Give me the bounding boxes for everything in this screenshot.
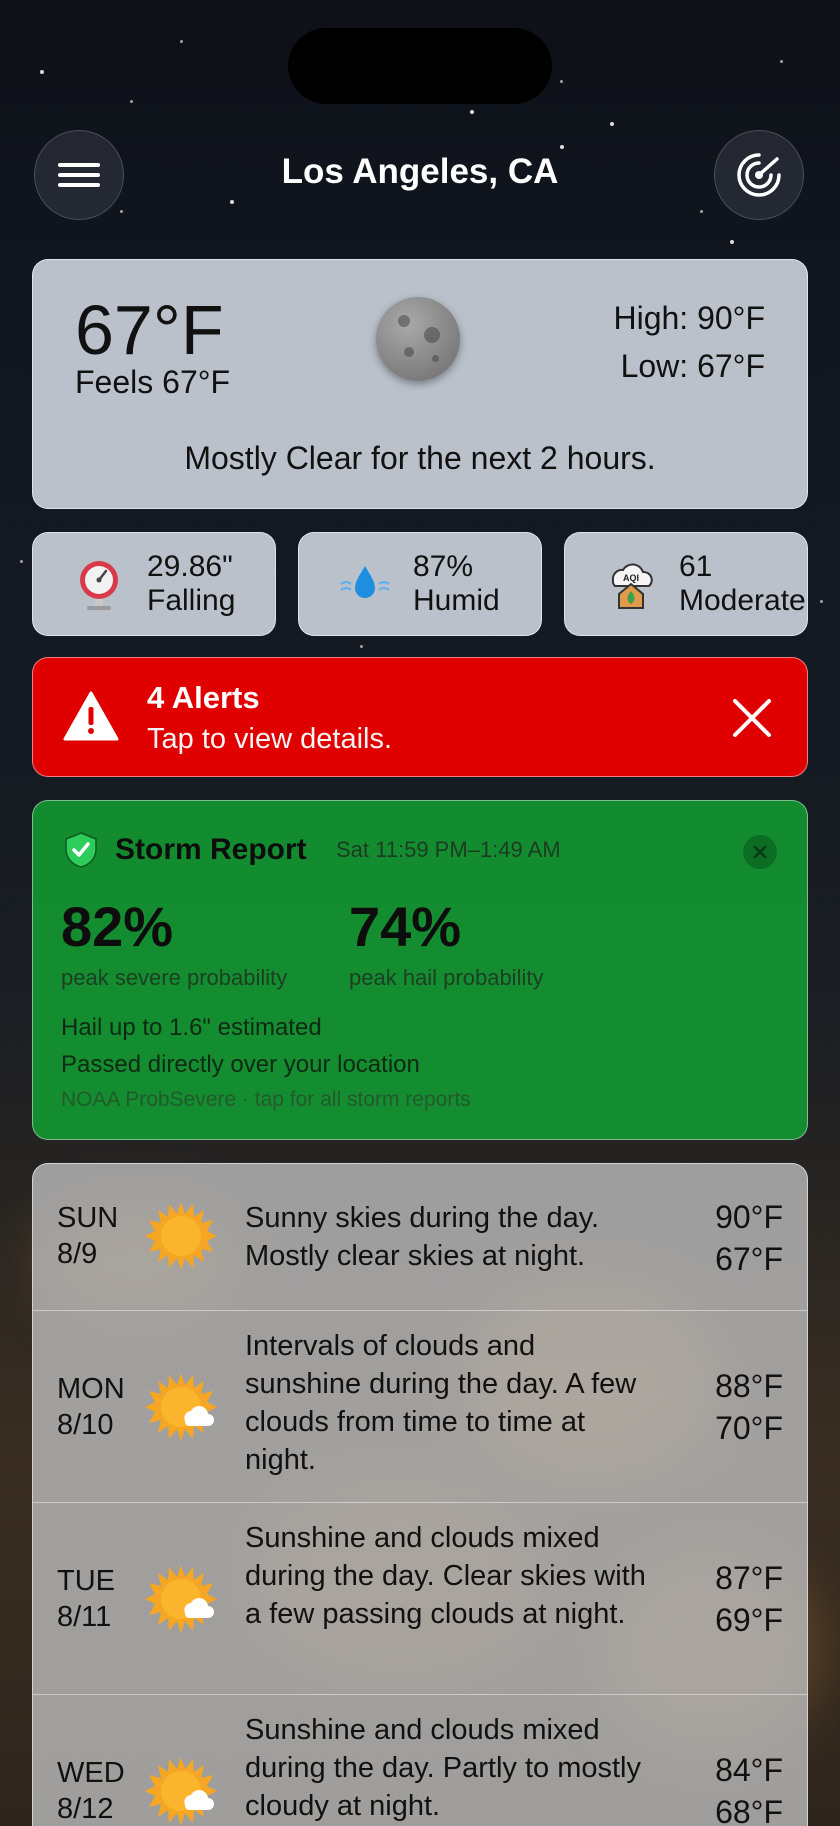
- forecast-high: 90°F: [715, 1199, 783, 1235]
- sun-cloud-icon: [145, 1373, 217, 1441]
- severe-probability-label: peak severe probability: [61, 965, 288, 990]
- forecast-date: 8/11: [57, 1601, 112, 1633]
- close-icon[interactable]: [727, 693, 777, 743]
- barometer-icon: [71, 556, 127, 612]
- dynamic-island: [288, 28, 552, 104]
- radar-button[interactable]: [714, 130, 804, 220]
- storm-path-note: Passed directly over your location: [61, 1051, 420, 1078]
- moon-icon: [376, 297, 460, 381]
- forecast-row[interactable]: SUN 8/9 Sunny skies during the day. Mostl…: [33, 1164, 807, 1311]
- radar-icon: [737, 153, 781, 197]
- hail-size-estimate: Hail up to 1.6" estimated: [61, 1014, 322, 1041]
- forecast-row[interactable]: MON 8/10 Intervals of clouds and sunshine…: [33, 1311, 807, 1503]
- pressure-trend: Falling: [147, 584, 236, 617]
- hail-probability-label: peak hail probability: [349, 965, 544, 990]
- high-temperature: High: 90°F: [613, 300, 765, 336]
- feels-like: Feels 67°F: [75, 364, 231, 400]
- humidity-value: 87%: [413, 550, 474, 583]
- forecast-high: 87°F: [715, 1560, 783, 1596]
- forecast-low: 69°F: [715, 1602, 783, 1638]
- aqi-icon: AQI: [603, 556, 659, 612]
- forecast-date: 8/9: [57, 1238, 98, 1270]
- current-conditions-card[interactable]: 67°F Feels 67°F High: 90°F Low: 67°F Mos…: [32, 259, 808, 509]
- hail-probability-value: 74%: [349, 895, 462, 958]
- forecast-day: MON: [57, 1373, 125, 1405]
- alerts-hint: Tap to view details.: [147, 723, 393, 755]
- forecast-high: 84°F: [715, 1752, 783, 1788]
- forecast-day: TUE: [57, 1565, 115, 1597]
- forecast-description: Sunshine and clouds mixed during the day…: [245, 1522, 646, 1630]
- nowcast-summary: Mostly Clear for the next 2 hours.: [184, 440, 656, 476]
- forecast-date: 8/10: [57, 1409, 114, 1441]
- forecast-day: WED: [57, 1757, 125, 1789]
- forecast-low: 67°F: [715, 1241, 783, 1277]
- forecast-high: 88°F: [715, 1368, 783, 1404]
- storm-report-card[interactable]: Storm Report Sat 11:59 PM–1:49 AM 82% 74…: [32, 800, 808, 1140]
- forecast-description: Intervals of clouds and sunshine during …: [245, 1330, 637, 1476]
- severe-probability-value: 82%: [61, 895, 174, 958]
- forecast-row[interactable]: TUE 8/11 Sunshine and clouds mixed during…: [33, 1503, 807, 1695]
- humidity-icon: [337, 556, 393, 612]
- humidity-label: Humid: [413, 584, 500, 617]
- forecast-description: Sunny skies during the day. Mostly clear…: [245, 1202, 600, 1272]
- close-icon: [753, 845, 767, 859]
- forecast-date: 8/12: [57, 1793, 114, 1825]
- warning-icon: [63, 691, 119, 741]
- storm-report-title: Storm Report: [115, 833, 307, 866]
- aqi-value: 61: [679, 550, 713, 583]
- aqi-label: Moderate: [679, 584, 806, 617]
- sun-cloud-icon: [145, 1565, 217, 1633]
- forecast-row[interactable]: WED 8/12 Sunshine and clouds mixed during…: [33, 1695, 807, 1826]
- sun-cloud-icon: [145, 1757, 217, 1825]
- daily-forecast-list: SUN 8/9 Sunny skies during the day. Mostl…: [32, 1163, 808, 1826]
- low-temperature: Low: 67°F: [620, 348, 765, 384]
- pressure-tile[interactable]: 29.86" Falling: [32, 532, 276, 636]
- sun-icon: [145, 1202, 217, 1270]
- forecast-low: 70°F: [715, 1410, 783, 1446]
- pressure-value: 29.86": [147, 550, 233, 583]
- air-quality-tile[interactable]: AQI 61 Moderate: [564, 532, 808, 636]
- shield-check-icon: [65, 832, 97, 868]
- alerts-banner[interactable]: 4 Alerts Tap to view details.: [32, 657, 808, 777]
- forecast-description: Sunshine and clouds mixed during the day…: [245, 1714, 641, 1822]
- humidity-tile[interactable]: 87% Humid: [298, 532, 542, 636]
- forecast-day: SUN: [57, 1202, 119, 1234]
- alerts-count: 4 Alerts: [147, 680, 260, 715]
- storm-report-time: Sat 11:59 PM–1:49 AM: [336, 837, 561, 862]
- forecast-low: 68°F: [715, 1794, 783, 1826]
- storm-report-source[interactable]: NOAA ProbSevere · tap for all storm repo…: [61, 1088, 471, 1112]
- aqi-icon-text: AQI: [623, 573, 639, 583]
- storm-dismiss-button[interactable]: [743, 835, 777, 869]
- current-temperature: 67°F: [75, 291, 224, 369]
